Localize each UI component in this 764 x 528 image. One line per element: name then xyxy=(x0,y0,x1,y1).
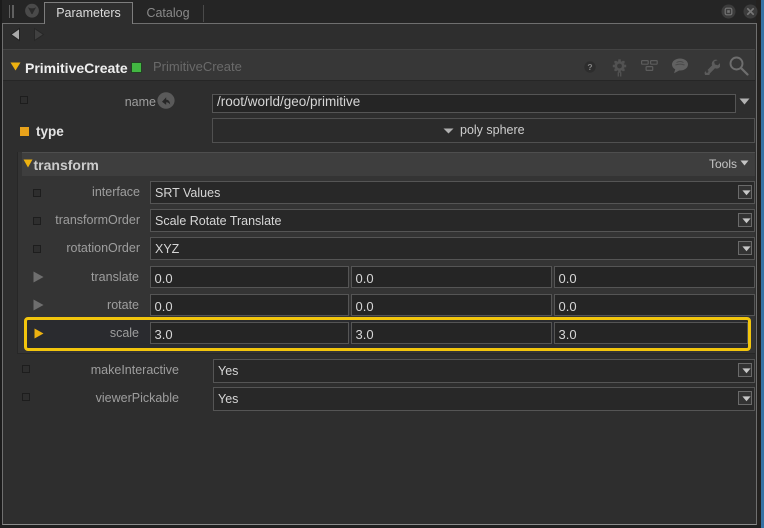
svg-text:?: ? xyxy=(587,62,592,72)
